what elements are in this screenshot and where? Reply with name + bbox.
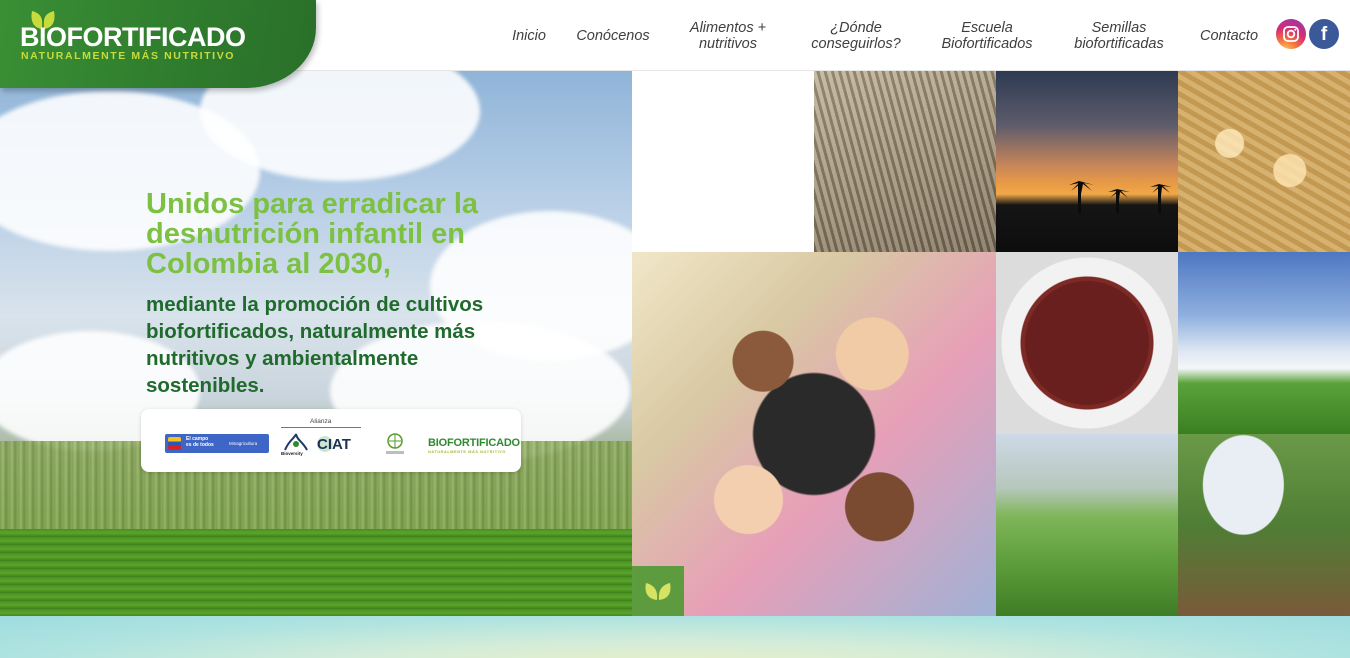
photo-farmer-with-cassava [1178,434,1350,616]
nav-item-semillas[interactable]: Semillas biofortificadas [1062,0,1176,71]
nav-item-label: Escuela Biofortificados [941,20,1032,52]
nav-item-label-line1: Escuela [961,19,1013,36]
palm-trees-silhouette-icon [1069,181,1172,213]
nav-item-escuela[interactable]: Escuela Biofortificados [930,0,1044,71]
hero-subheadline: mediante la promoción de cultivos biofor… [146,293,484,397]
brand-name: BIOFORTIFICADO [20,22,246,52]
nav-item-alimentos[interactable]: Alimentos + nutritivos [675,0,781,71]
nav-item-donde-conseguirlos[interactable]: ¿Dónde conseguirlos? [800,0,912,71]
alliance-divider [281,427,361,428]
nav-item-label-line2: biofortificadas [1074,35,1164,52]
biofortificado-partner-tagline: NATURALMENTE MÁS NUTRITIVO [428,450,506,454]
nav-item-label: Conócenos [576,27,650,44]
photo-red-beans-sack [996,252,1178,434]
nav-item-label-line2: conseguirlos? [811,35,901,52]
facebook-link[interactable]: f [1309,19,1339,49]
nav-item-label: Semillas biofortificadas [1074,20,1163,52]
leaf-badge [632,566,684,616]
biofortificado-partner-logo: BIOFORTIFICADO [428,437,520,449]
photo-smiling-children [632,252,996,616]
brand-tagline: NATURALMENTE MÁS NUTRITIVO [21,50,236,62]
photo-farmer-in-field [996,434,1178,616]
nav-item-label-line1: Alimentos + [689,19,767,36]
brand-logo[interactable]: BIOFORTIFICADO NATURALMENTE MÁS NUTRITIV… [0,0,316,88]
photo-palm-sunset [996,71,1178,252]
nav-item-label-line1: Semillas [1091,19,1147,36]
crop-field-image [0,529,632,616]
nav-item-label-line1: ¿Dónde [830,19,882,36]
bioversity-label: Bioversity [281,451,303,456]
gov-ministry-label: Minagricultura [229,441,258,446]
instagram-icon [1283,26,1299,42]
hero-headline: Unidos para erradicar la desnutrición in… [146,188,479,280]
nav-item-conocenos[interactable]: Conócenos [568,0,658,71]
minagricultura-logo: El campo es de todos Minagricultura [165,434,269,453]
site-header: BIOFORTIFICADO NATURALMENTE MÁS NUTRITIV… [0,0,1350,88]
next-section-background [0,616,1350,658]
photo-corn-cobs [1178,71,1350,252]
nav-item-contacto[interactable]: Contacto [1192,0,1266,71]
nav-item-label: Alimentos + nutritivos [690,20,766,52]
nav-item-label-line2: nutritivos [698,35,757,52]
leaf-icon [645,583,671,600]
colombia-shield-icon [168,437,181,450]
facebook-icon: f [1320,24,1328,45]
herencia-logo-icon [386,433,404,454]
nav-item-inicio[interactable]: Inicio [503,0,555,71]
gov-slogan-line2: es de todos [186,441,214,448]
photo-dry-corn [814,71,996,252]
nav-item-label-line2: Biofortificados [941,35,1033,52]
alliance-label: Alianza [310,418,332,425]
gov-slogan: El campo es de todos [186,436,214,448]
photo-sky-field [1178,252,1350,434]
ciat-logo: CIAT [317,436,351,453]
nav-item-label: Inicio [512,27,546,44]
nav-item-label: Contacto [1199,27,1259,44]
hero-banner: Unidos para erradicar la desnutrición in… [0,71,1350,616]
partners-logo-card: Alianza El campo es de todos Minagricult… [141,409,521,472]
instagram-link[interactable] [1276,19,1306,49]
nav-item-label: ¿Dónde conseguirlos? [811,20,900,52]
